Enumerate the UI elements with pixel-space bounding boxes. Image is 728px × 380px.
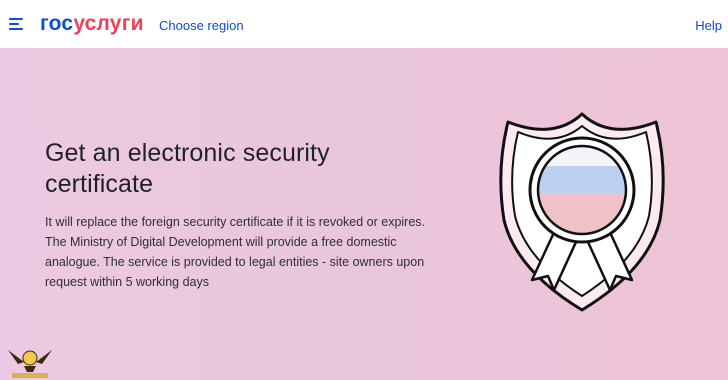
logo-part-gos: гос [40, 12, 74, 35]
page-description: It will replace the foreign security cer… [45, 215, 426, 289]
certificate-badge-icon [499, 112, 665, 312]
menu-icon[interactable] [9, 18, 23, 30]
gosuslugi-logo[interactable]: госуслуги [40, 12, 144, 36]
logo-part-uslugi: услуги [73, 12, 144, 35]
watermark-logo [8, 350, 52, 378]
help-link[interactable]: Help [695, 18, 722, 33]
top-header: госуслуги Choose region Help [0, 0, 728, 48]
choose-region-link[interactable]: Choose region [159, 18, 244, 33]
page-title: Get an electronic security certificate [45, 139, 330, 198]
